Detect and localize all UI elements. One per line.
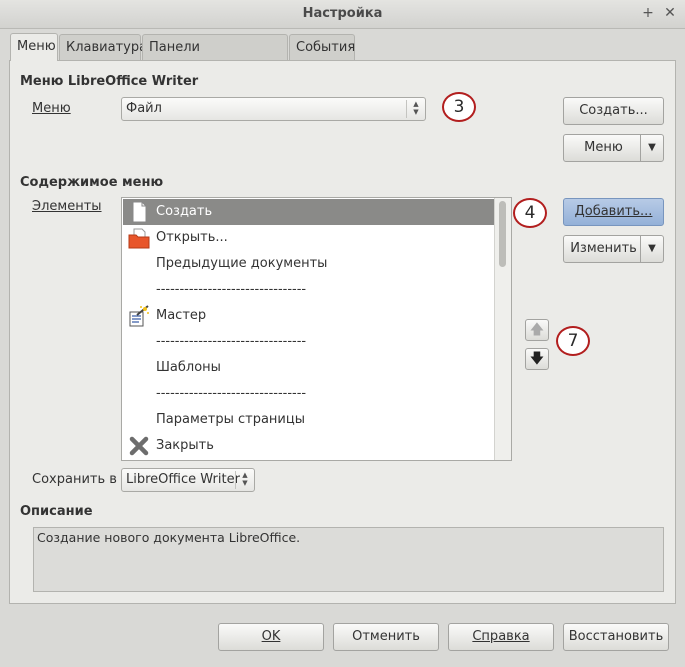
dropdown-arrow-icon: ▼ (640, 135, 663, 161)
menu-select-value: Файл (126, 101, 162, 116)
list-item[interactable]: -------------------------------- (123, 329, 495, 355)
wizard-icon (129, 305, 149, 327)
menu-items-list[interactable]: Создать Открыть... Предыдущие документы … (121, 197, 512, 461)
callout-7: 7 (556, 326, 590, 356)
tab-keyboard[interactable]: Клавиатура (59, 34, 147, 60)
list-item-label: Параметры страницы (156, 412, 305, 427)
description-text: Создание нового документа LibreOffice. (37, 530, 301, 545)
menu-button[interactable]: Меню ▼ (563, 134, 664, 162)
list-item[interactable]: Закрыть (123, 433, 495, 459)
spin-arrows-icon: ▲ ▼ (235, 471, 254, 489)
list-item[interactable]: Мастер (123, 303, 495, 329)
list-item-label: Предыдущие документы (156, 256, 328, 271)
list-item-label: Мастер (156, 308, 207, 323)
tab-menu[interactable]: Меню (10, 33, 58, 61)
close-x-icon (129, 436, 149, 456)
list-item[interactable]: Предыдущие документы (123, 251, 495, 277)
save-in-select[interactable]: LibreOffice Writer ▲ ▼ (121, 468, 255, 492)
list-item-label: -------------------------------- (156, 386, 307, 401)
list-item[interactable]: -------------------------------- (123, 277, 495, 303)
pin-icon[interactable]: + (639, 4, 657, 22)
tab-toolbars[interactable]: Панели инструментов (142, 34, 288, 81)
add-button-label: Добавить... (574, 204, 653, 219)
help-button-label: Справка (472, 629, 530, 644)
list-item[interactable]: Создать (123, 199, 495, 225)
arrow-up-icon: 🡅 (529, 322, 545, 338)
ok-button-label: OK (261, 629, 281, 644)
list-item-label: -------------------------------- (156, 282, 307, 297)
modify-button[interactable]: Изменить ▼ (563, 235, 664, 263)
modify-button-label: Изменить (570, 241, 637, 256)
menu-label: Меню (32, 101, 71, 116)
save-in-label: Сохранить в (32, 472, 117, 487)
list-item-label: Шаблоны (156, 360, 221, 375)
spin-arrows-icon: ▲ ▼ (406, 100, 425, 118)
list-item-label: Создать (156, 204, 213, 219)
window-title: Настройка (302, 6, 383, 21)
help-button[interactable]: Справка (448, 623, 554, 651)
document-icon (132, 201, 147, 223)
reset-button-label: Восстановить (568, 629, 664, 644)
list-item-label: Закрыть (156, 438, 214, 453)
list-item[interactable]: Параметры страницы (123, 407, 495, 433)
menu-button-label: Меню (584, 140, 623, 155)
title-bar: Настройка + ✕ (0, 0, 685, 29)
list-item-label: -------------------------------- (156, 334, 307, 349)
save-in-value: LibreOffice Writer (126, 472, 240, 487)
dropdown-arrow-icon: ▼ (640, 236, 663, 262)
menu-section-heading: Меню LibreOffice Writer (20, 74, 199, 89)
description-box: Создание нового документа LibreOffice. (33, 527, 664, 592)
ok-button[interactable]: OK (218, 623, 324, 651)
reset-button[interactable]: Восстановить (563, 623, 669, 651)
cancel-button-label: Отменить (352, 629, 420, 644)
list-scrollbar[interactable] (494, 198, 511, 460)
callout-4: 4 (513, 198, 547, 228)
add-button[interactable]: Добавить... (563, 198, 664, 226)
close-icon[interactable]: ✕ (661, 4, 679, 22)
list-item-label: Открыть... (156, 230, 228, 245)
scrollbar-thumb[interactable] (499, 201, 506, 267)
list-item[interactable]: Шаблоны (123, 355, 495, 381)
move-up-button[interactable]: 🡅 (525, 319, 549, 341)
arrow-down-icon: 🡇 (529, 351, 545, 367)
menu-select[interactable]: Файл ▲ ▼ (121, 97, 426, 121)
list-item[interactable]: Открыть... (123, 225, 495, 251)
folder-open-icon (128, 228, 150, 249)
content-section-heading: Содержимое меню (20, 175, 164, 190)
items-label: Элементы (32, 199, 102, 214)
cancel-button[interactable]: Отменить (333, 623, 439, 651)
callout-3: 3 (442, 92, 476, 122)
tab-events[interactable]: События (289, 34, 355, 60)
description-heading: Описание (20, 504, 93, 519)
move-down-button[interactable]: 🡇 (525, 348, 549, 370)
list-item[interactable]: -------------------------------- (123, 381, 495, 407)
create-button[interactable]: Создать... (563, 97, 664, 125)
